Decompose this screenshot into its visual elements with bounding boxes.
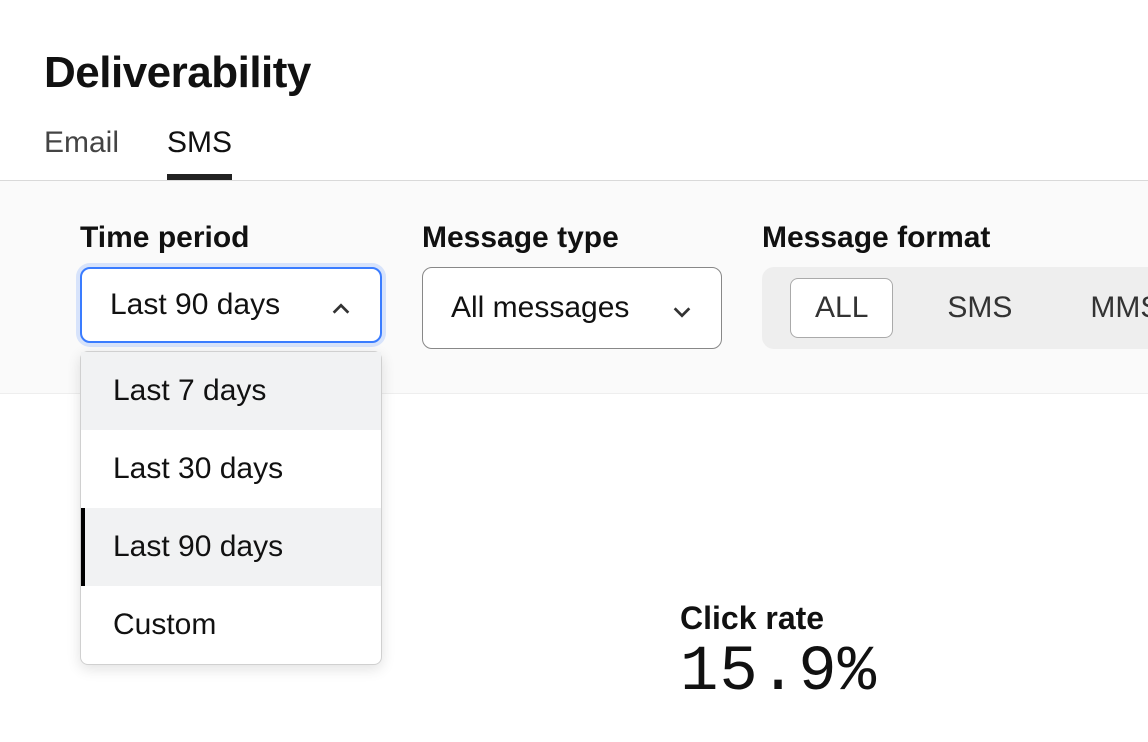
time-period-label: Time period bbox=[80, 221, 382, 255]
dropdown-option-custom[interactable]: Custom bbox=[81, 586, 381, 664]
tabs: Email SMS bbox=[0, 98, 1148, 181]
click-rate-value: 15.9% bbox=[680, 637, 877, 709]
filter-message-format: Message format ALL SMS MMS bbox=[762, 221, 1148, 349]
time-period-select[interactable]: Last 90 days bbox=[80, 267, 382, 343]
message-format-segmented: ALL SMS MMS bbox=[762, 267, 1148, 349]
segmented-option-mms[interactable]: MMS bbox=[1066, 279, 1148, 337]
time-period-dropdown: Last 7 days Last 30 days Last 90 days Cu… bbox=[80, 351, 382, 665]
message-type-select[interactable]: All messages bbox=[422, 267, 722, 349]
dropdown-option-last-90-days[interactable]: Last 90 days bbox=[81, 508, 381, 586]
tab-sms[interactable]: SMS bbox=[167, 126, 232, 180]
tab-email[interactable]: Email bbox=[44, 126, 119, 180]
message-type-selected-value: All messages bbox=[451, 291, 629, 325]
metric-click-rate: Click rate 15.9% bbox=[680, 600, 877, 709]
segmented-option-all[interactable]: ALL bbox=[790, 278, 893, 338]
page-title: Deliverability bbox=[0, 0, 1148, 98]
dropdown-option-last-7-days[interactable]: Last 7 days bbox=[81, 352, 381, 430]
time-period-selected-value: Last 90 days bbox=[110, 288, 280, 322]
dropdown-option-last-30-days[interactable]: Last 30 days bbox=[81, 430, 381, 508]
chevron-down-icon bbox=[671, 297, 693, 319]
click-rate-label: Click rate bbox=[680, 600, 877, 637]
segmented-option-sms[interactable]: SMS bbox=[923, 279, 1036, 337]
message-format-label: Message format bbox=[762, 221, 1148, 255]
filter-time-period: Time period Last 90 days Last 7 days Las… bbox=[80, 221, 382, 349]
chevron-up-icon bbox=[330, 294, 352, 316]
message-type-label: Message type bbox=[422, 221, 722, 255]
filter-message-type: Message type All messages bbox=[422, 221, 722, 349]
